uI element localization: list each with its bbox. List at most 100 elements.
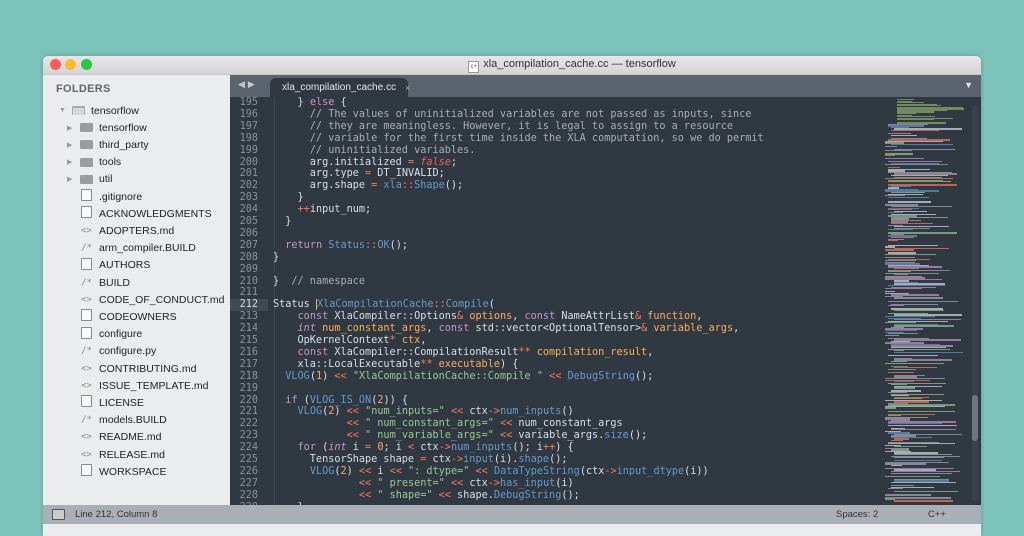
code-line[interactable]: 206 [230,228,881,240]
tree-file[interactable]: LICENSE [80,394,144,411]
code-line[interactable]: 226 VLOG(2) << i << ": dtype=" << DataTy… [230,466,881,478]
window-title: c+ xla_compilation_cache.cc — tensorflow [43,58,981,73]
code-line[interactable]: 210} // namespace [230,276,881,288]
code-token: ) [346,465,359,477]
code-line[interactable]: 224 for (int i = 0; i < ctx->num_inputs(… [230,442,881,454]
code-line[interactable]: 207 return Status::OK(); [230,240,881,252]
minimap-line [891,464,903,467]
minimap[interactable] [883,97,969,505]
tab-close-icon[interactable]: × [405,83,410,93]
code-line[interactable]: 200 arg.initialized = false; [230,157,881,169]
line-source: const XlaCompiler::Options& options, con… [268,311,703,323]
code-line[interactable]: 203 } [230,192,881,204]
code-line[interactable]: 196 // The values of uninitialized varia… [230,109,881,121]
code-line[interactable]: 214 int num_constant_args, const std::ve… [230,323,881,335]
code-token: " num_variable_args=" [365,430,494,442]
back-arrow-icon[interactable]: ◀ [238,79,248,89]
disclosure-closed-icon[interactable]: ▶ [67,141,75,149]
disclosure-closed-icon[interactable]: ▶ [67,124,75,132]
tree-file[interactable]: WORKSPACE [80,463,166,480]
indentation-setting[interactable]: Spaces: 2 [836,509,878,520]
code-line[interactable]: 199 // uninitialized variables. [230,145,881,157]
tree-folder[interactable]: ▶ tensorflow [67,119,147,136]
code-line[interactable]: 212 Status XlaCompilationCache::Compile( [230,299,881,312]
line-source: << " num_constant_args=" << num_constant… [268,418,623,430]
code-line[interactable]: 208} [230,252,881,264]
vertical-scrollbar[interactable] [972,105,978,501]
code-line[interactable]: 222 << " num_constant_args=" << num_cons… [230,418,881,430]
minimap-line [894,500,953,502]
code-line[interactable]: 205 } [230,216,881,228]
tree-file[interactable]: /* models.BUILD [80,412,167,429]
tree-file[interactable]: <> ISSUE_TEMPLATE.md [80,377,208,394]
disclosure-closed-icon[interactable]: ▶ [67,175,75,183]
code-token: ) { [555,442,574,454]
panel-toggle-icon[interactable] [52,509,65,520]
code-token: executable [438,358,500,370]
code-line[interactable]: 219 [230,383,881,395]
file-label: CODE_OF_CONDUCT.md [99,293,225,306]
line-number: 200 [239,156,258,168]
line-number: 227 [239,477,258,489]
file-label: arm_compiler.BUILD [99,242,196,255]
tree-file[interactable]: /* arm_compiler.BUILD [80,240,196,257]
code-line[interactable]: 228 << " shape=" << shape.DebugString(); [230,490,881,502]
code-line[interactable]: 218 VLOG(1) << "XlaCompilationCache::Com… [230,371,881,383]
tree-file[interactable]: /* configure.py [80,343,156,360]
minimap-line [891,130,940,132]
code-token: input_num; [309,204,372,216]
code-line[interactable]: 202 arg.shape = xla::Shape(); [230,180,881,192]
code-token: DebugString [493,489,562,501]
disclosure-open-icon[interactable]: ▼ [59,107,67,114]
tab-dropdown-icon[interactable]: ▼ [964,80,973,90]
code-token: ctx [414,442,439,454]
code-line[interactable]: 209 [230,264,881,276]
minimap-line [885,288,922,290]
code-line[interactable]: 198 // variable for the first time insid… [230,133,881,145]
tree-file[interactable]: <> ADOPTERS.md [80,222,174,239]
tree-file[interactable]: <> CONTRIBUTING.md [80,360,196,377]
tree-file[interactable]: AUTHORS [80,257,150,274]
markup-icon: <> [81,294,92,305]
code-line[interactable]: 223 << " num_variable_args=" << variable… [230,430,881,442]
tree-root-folder[interactable]: ▼ tensorflow [59,102,139,119]
disclosure-closed-icon[interactable]: ▶ [67,158,75,166]
code-line[interactable]: 215 OpKernelContext* ctx, [230,335,881,347]
tree-folder[interactable]: ▶ tools [67,154,121,171]
code-line[interactable]: 213 const XlaCompiler::Options& options,… [230,311,881,323]
tree-folder[interactable]: ▶ third_party [67,136,149,153]
tree-file[interactable]: <> CODE_OF_CONDUCT.md [80,291,224,308]
tree-file[interactable]: <> README.md [80,429,161,446]
code-line[interactable]: 221 VLOG(2) << "num_inputs=" << ctx->num… [230,406,881,418]
code-line[interactable]: 225 TensorShape shape = ctx->input(i).sh… [230,454,881,466]
code-line[interactable]: 211 [230,287,881,299]
code-token: , [696,311,703,323]
code-line[interactable]: 227 << " present=" << ctx->has_input(i) [230,478,881,490]
tree-file[interactable]: <> RELEASE.md [80,446,165,463]
tree-file[interactable]: .gitignore [80,188,142,205]
code-line[interactable]: 195 } else { [230,97,881,109]
tree-file[interactable]: ACKNOWLEDGMENTS [80,205,212,222]
syntax-selector[interactable]: C++ [928,509,946,520]
tree-file[interactable]: /* BUILD [80,274,130,291]
comment-icon: /* [81,277,92,288]
tree-folder[interactable]: ▶ util [67,171,112,188]
file-label: AUTHORS [99,259,151,272]
scrollbar-thumb[interactable] [972,395,978,441]
line-number: 197 [239,120,258,132]
tree-file[interactable]: CODEOWNERS [80,308,177,325]
code-line[interactable]: 217 xla::LocalExecutable** executable) { [230,359,881,371]
code-line[interactable]: 204 ++input_num; [230,204,881,216]
code-line[interactable]: 220 if (VLOG_IS_ON(2)) { [230,395,881,407]
code-token: ctx [401,335,421,346]
code-line[interactable]: 216 const XlaCompiler::CompilationResult… [230,347,881,359]
tree-file[interactable]: configure [80,326,142,343]
code-line[interactable]: 197 // they are meaningless. However, it… [230,121,881,133]
forward-arrow-icon[interactable]: ▶ [248,79,258,89]
code-line[interactable]: 201 arg.type = DT_INVALID; [230,168,881,180]
tab-xla-compilation-cache[interactable]: xla_compilation_cache.cc × [270,78,410,97]
code-token: } [297,97,310,108]
code-area[interactable]: 195 } else {196 // The values of uniniti… [230,97,881,505]
line-number: 214 [239,323,258,335]
